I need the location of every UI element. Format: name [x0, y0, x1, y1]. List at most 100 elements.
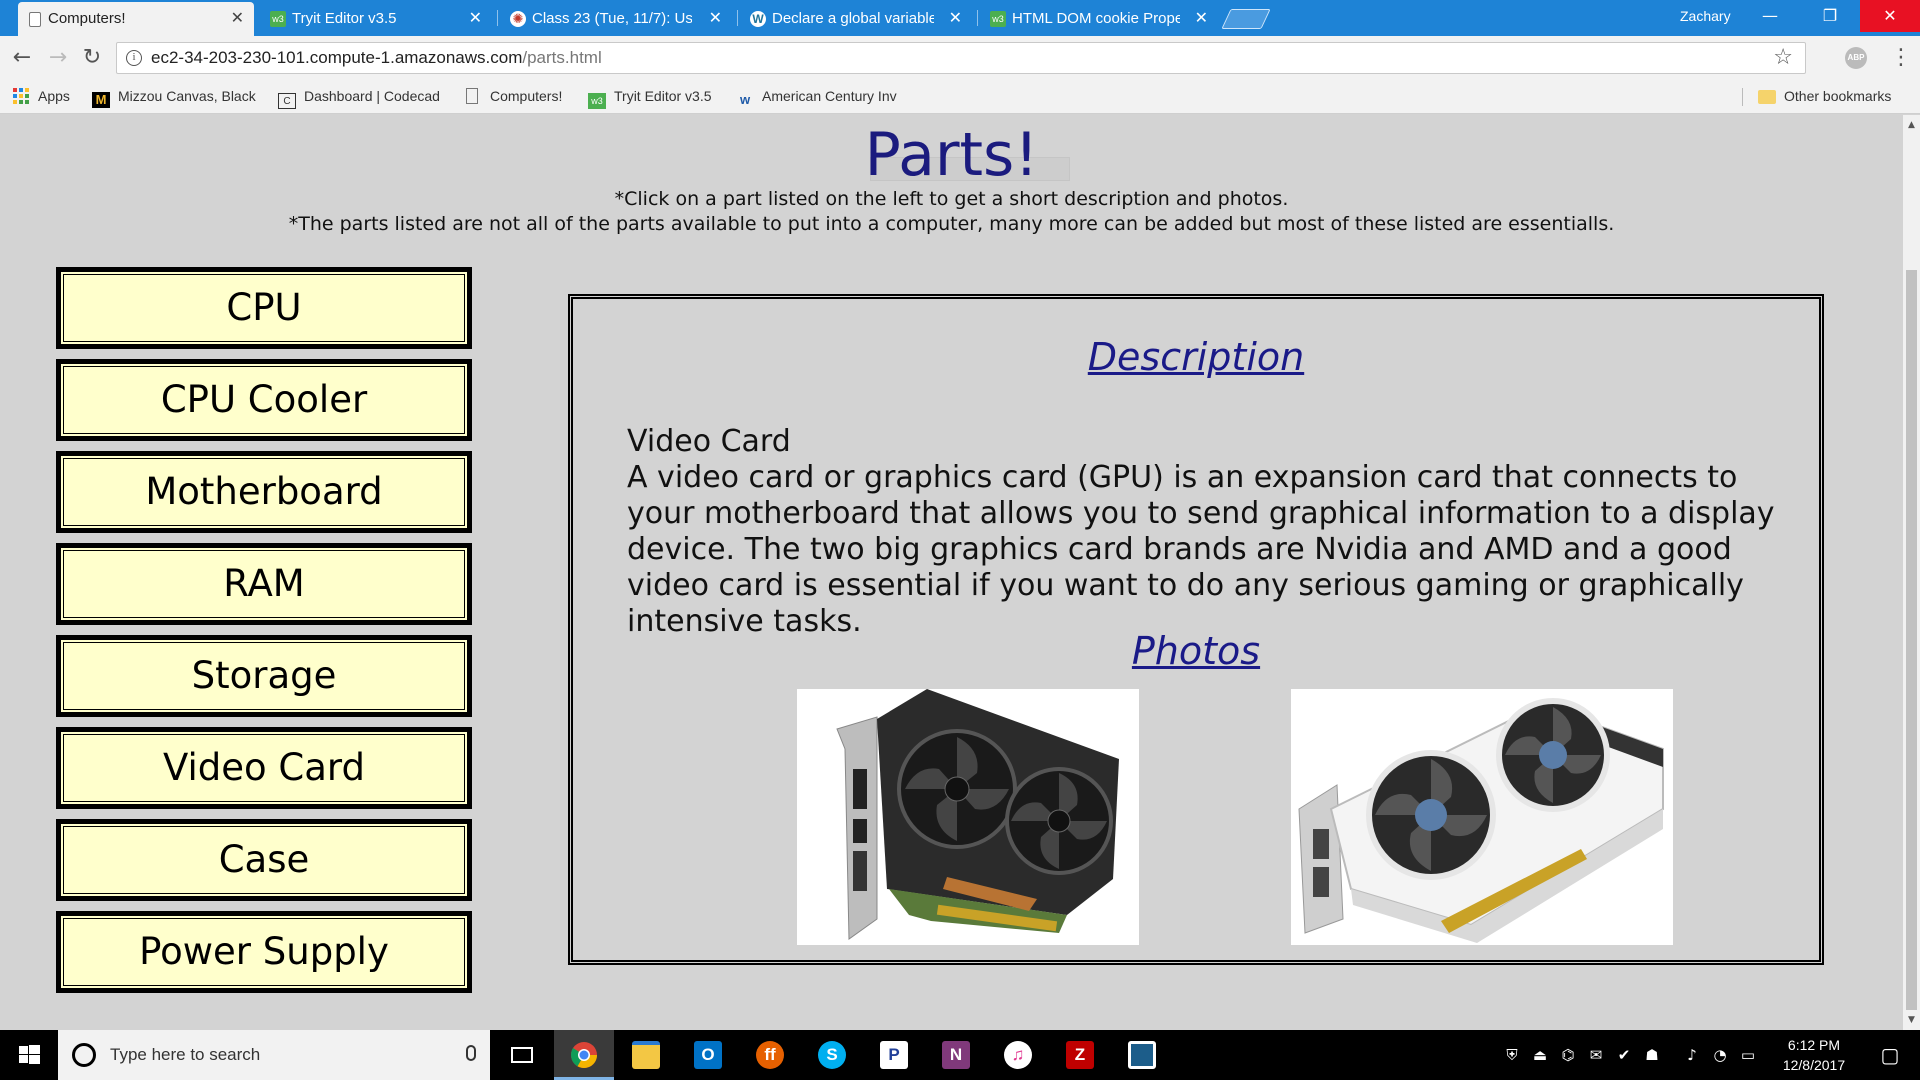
tab-title: Class 23 (Tue, 11/7): User [532, 10, 692, 27]
windows-start-icon[interactable] [0, 1030, 58, 1080]
microphone-icon[interactable] [466, 1045, 476, 1061]
tab-tryit-editor[interactable]: w3 Tryit Editor v3.5 ✕ [262, 2, 492, 36]
new-tab-button[interactable] [1221, 9, 1271, 29]
file-explorer-icon[interactable] [616, 1030, 676, 1080]
mizzou-icon: M [92, 92, 110, 108]
address-bar[interactable]: i ec2-34-203-230-101.compute-1.amazonaws… [116, 42, 1806, 74]
search-placeholder: Type here to search [110, 1045, 261, 1064]
wifi-icon[interactable]: ◔ [1708, 1030, 1732, 1080]
volume-icon[interactable]: ♪ [1680, 1030, 1704, 1080]
clock-date: 12/8/2017 [1782, 1057, 1846, 1073]
bookmark-apps[interactable]: Apps [12, 80, 70, 112]
description-heading: Description [1087, 335, 1305, 379]
close-tab-icon[interactable]: ✕ [231, 2, 244, 36]
back-arrow-icon[interactable]: ← [8, 44, 36, 72]
part-button-case[interactable]: Case [56, 819, 472, 901]
bookmark-other-bookmarks[interactable]: Other bookmarks [1758, 80, 1891, 112]
page-content: Parts! *Click on a part listed on the le… [0, 115, 1903, 1030]
part-button-video-card[interactable]: Video Card [56, 727, 472, 809]
close-tab-icon[interactable]: ✕ [1195, 2, 1208, 36]
security-shield-icon[interactable]: ⛨ [1500, 1030, 1524, 1080]
white-asus-dual-fan-graphics-card-photo [1291, 689, 1673, 945]
tab-divider [737, 10, 738, 26]
scrollbar-thumb[interactable] [1906, 270, 1917, 1010]
firefox-icon[interactable]: ff [740, 1030, 800, 1080]
page-scrollbar[interactable]: ▲ ▼ [1903, 115, 1920, 1030]
people-icon[interactable]: ☗ [1640, 1030, 1664, 1080]
close-tab-icon[interactable]: ✕ [709, 2, 722, 36]
tab-divider [977, 10, 978, 26]
scroll-up-arrow-icon[interactable]: ▲ [1903, 117, 1920, 133]
clock-time: 6:12 PM [1787, 1037, 1841, 1053]
part-button-cpu-cooler[interactable]: CPU Cooler [56, 359, 472, 441]
bookmark-label: Computers! [490, 88, 563, 104]
folder-icon [1758, 90, 1776, 104]
outlook-icon[interactable]: O [678, 1030, 738, 1080]
pandora-icon[interactable]: P [864, 1030, 924, 1080]
forward-arrow-icon[interactable]: → [44, 44, 72, 72]
part-button-power-supply[interactable]: Power Supply [56, 911, 472, 993]
bookmark-american-century[interactable]: w American Century Inv [736, 80, 908, 112]
action-center-icon[interactable]: ▢ [1866, 1030, 1914, 1080]
part-button-ram[interactable]: RAM [56, 543, 472, 625]
usb-device-icon[interactable]: ⏏ [1528, 1030, 1552, 1080]
system-clock[interactable]: 6:12 PM 12/8/2017 [1764, 1035, 1864, 1075]
bookmark-star-icon[interactable]: ☆ [1773, 43, 1793, 73]
bookmark-label: Dashboard | Codecad [304, 88, 440, 104]
network-icon[interactable]: ⌬ [1556, 1030, 1580, 1080]
bookmark-label: American Century Inv [762, 88, 897, 104]
cortana-icon [72, 1043, 96, 1067]
browser-titlebar: Computers! ✕ w3 Tryit Editor v3.5 ✕ ✺ Cl… [0, 0, 1920, 36]
close-tab-icon[interactable]: ✕ [949, 2, 962, 36]
itunes-icon[interactable]: ♫ [988, 1030, 1048, 1080]
w3schools-icon: w3 [588, 93, 606, 109]
photos-heading: Photos [1131, 629, 1261, 673]
bookmark-codecademy[interactable]: C Dashboard | Codecad [278, 80, 450, 112]
window-close-icon[interactable]: ✕ [1860, 0, 1920, 32]
selected-part-name: Video Card [627, 424, 791, 459]
american-century-icon: w [739, 92, 751, 107]
windows-taskbar: Type here to search O ff S P N ♫ Z ⛨ ⏏ ⌬… [0, 1030, 1920, 1080]
taskbar-search-box[interactable]: Type here to search [58, 1030, 490, 1080]
sync-icon[interactable]: ✔ [1612, 1030, 1636, 1080]
tab-class-23[interactable]: ✺ Class 23 (Tue, 11/7): User ✕ [502, 2, 732, 36]
description-text: A video card or graphics card (GPU) is a… [627, 460, 1775, 639]
profile-name[interactable]: Zachary [1680, 0, 1731, 32]
outlook-tray-icon[interactable]: ✉ [1584, 1030, 1608, 1080]
part-button-storage[interactable]: Storage [56, 635, 472, 717]
bookmark-label: Other bookmarks [1784, 88, 1892, 104]
tab-computers[interactable]: Computers! ✕ [18, 2, 254, 36]
chrome-menu-icon[interactable]: ⋮ [1890, 44, 1912, 72]
site-info-icon[interactable]: i [126, 50, 142, 66]
description-body: Video Card A video card or graphics card… [627, 424, 1777, 640]
parts-disclaimer-note: *The parts listed are not all of the par… [288, 213, 1615, 235]
w3schools-icon: w3 [990, 11, 1006, 27]
restore-icon[interactable]: ❐ [1800, 0, 1860, 32]
adblock-plus-icon[interactable]: ABP [1845, 47, 1867, 69]
black-dual-fan-graphics-card-photo [797, 689, 1139, 945]
tab-html-dom-cookie[interactable]: w3 HTML DOM cookie Prope ✕ [982, 2, 1218, 36]
bookmark-computers[interactable]: Computers! [466, 80, 562, 112]
scroll-down-arrow-icon[interactable]: ▼ [1903, 1012, 1920, 1028]
bookmarks-bar: Apps M Mizzou Canvas, Black C Dashboard | … [0, 80, 1920, 114]
instruction-note: *Click on a part listed on the left to g… [614, 188, 1289, 210]
minimize-icon[interactable]: — [1740, 0, 1800, 32]
bookmark-mizzou-canvas[interactable]: M Mizzou Canvas, Black [92, 80, 262, 112]
page-title: Parts! [864, 120, 1039, 190]
url-text[interactable]: ec2-34-203-230-101.compute-1.amazonaws.c… [151, 43, 602, 73]
app-icon[interactable] [1112, 1030, 1172, 1080]
apps-grid-icon [12, 88, 30, 104]
tab-declare-global-variable[interactable]: W Declare a global variable ✕ [742, 2, 972, 36]
close-tab-icon[interactable]: ✕ [469, 2, 482, 36]
skype-icon[interactable]: S [802, 1030, 862, 1080]
task-view-icon[interactable] [492, 1030, 552, 1080]
bookmark-tryit-editor[interactable]: w3 Tryit Editor v3.5 [588, 80, 712, 112]
onenote-icon[interactable]: N [926, 1030, 986, 1080]
part-button-cpu[interactable]: CPU [56, 267, 472, 349]
battery-icon[interactable]: ▭ [1736, 1030, 1760, 1080]
chrome-icon[interactable] [554, 1030, 614, 1080]
part-button-motherboard[interactable]: Motherboard [56, 451, 472, 533]
reload-icon[interactable]: ↻ [78, 44, 106, 72]
bookmark-label: Apps [38, 88, 70, 104]
filezilla-icon[interactable]: Z [1050, 1030, 1110, 1080]
